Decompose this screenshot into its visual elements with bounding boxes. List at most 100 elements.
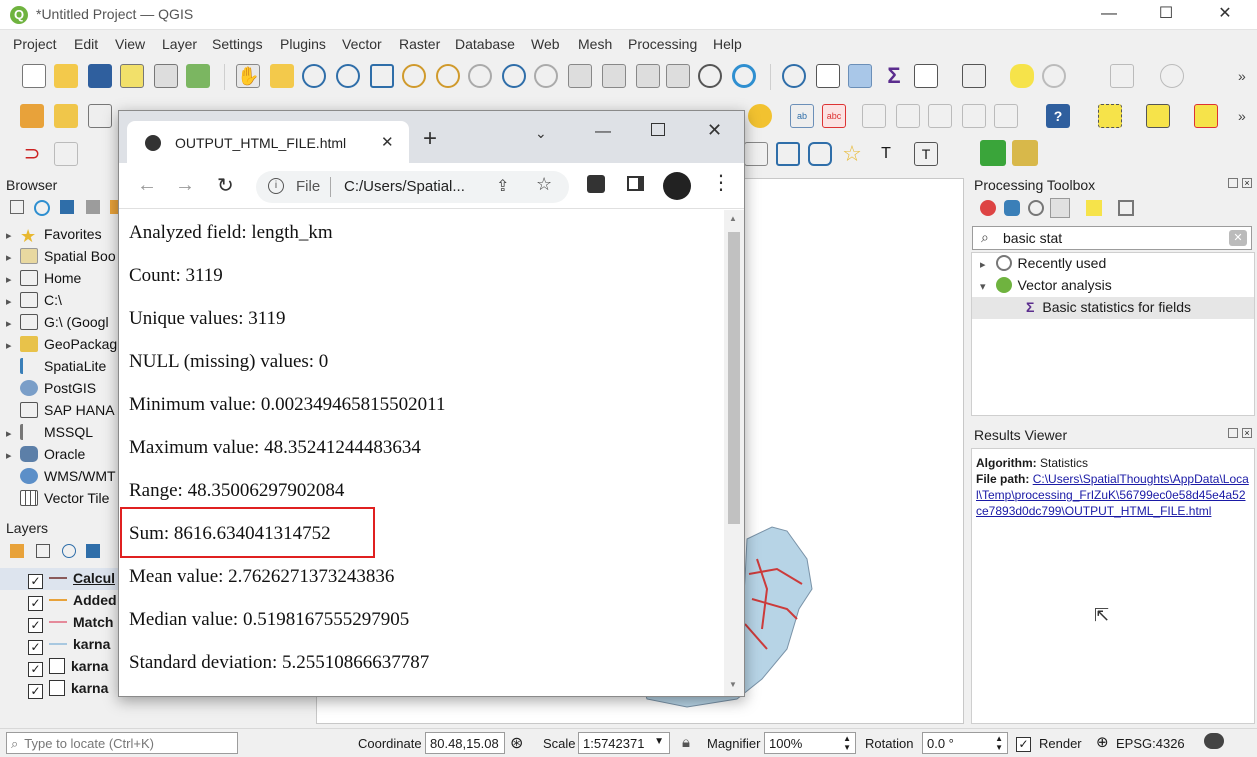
- zoom-selection-icon[interactable]: [402, 64, 426, 88]
- layer-visibility-checkbox[interactable]: ✓: [28, 662, 43, 677]
- page-scrollbar[interactable]: ▲ ▼: [724, 210, 744, 696]
- zoom-next-icon[interactable]: [534, 64, 558, 88]
- manage-map-themes-icon[interactable]: [62, 544, 76, 558]
- crs-globe-icon[interactable]: ⊕: [1096, 733, 1109, 751]
- processing-search-input[interactable]: ⌕ basic stat ✕: [972, 226, 1252, 250]
- tree-item-vector-analysis[interactable]: ▾ Vector analysis: [980, 277, 1112, 293]
- chrome-close-button[interactable]: ✕: [707, 120, 722, 141]
- map-search-icon[interactable]: [980, 140, 1006, 166]
- browser-item-sap-hana[interactable]: SAP HANA: [6, 402, 115, 424]
- new-map-view-icon[interactable]: [568, 64, 592, 88]
- menu-raster[interactable]: Raster: [399, 36, 440, 52]
- close-button[interactable]: ✕: [1205, 2, 1245, 26]
- new-project-icon[interactable]: [22, 64, 46, 88]
- browser-item-home[interactable]: ▸ Home: [6, 270, 81, 292]
- attribute-table-icon[interactable]: [816, 64, 840, 88]
- minimize-button[interactable]: —: [1089, 2, 1129, 26]
- clear-search-icon[interactable]: ✕: [1229, 230, 1247, 246]
- tree-item-recently-used[interactable]: ▸ Recently used: [980, 255, 1106, 271]
- processing-toolbox-gear-icon[interactable]: [848, 64, 872, 88]
- scale-combobox[interactable]: 1:5742371 ▼: [578, 732, 670, 754]
- select-by-value-icon[interactable]: [1146, 104, 1170, 128]
- help-icon[interactable]: ?: [1046, 104, 1070, 128]
- pan-hand-icon[interactable]: ✋: [236, 64, 260, 88]
- save-project-icon[interactable]: [88, 64, 112, 88]
- zoom-in-icon[interactable]: [302, 64, 326, 88]
- layer-item-added[interactable]: ✓ Added: [28, 592, 117, 614]
- data-source-manager-icon[interactable]: [20, 104, 44, 128]
- zoom-native-icon[interactable]: [468, 64, 492, 88]
- render-checkbox[interactable]: ✓: [1016, 734, 1031, 752]
- layer-visibility-checkbox[interactable]: ✓: [28, 640, 43, 655]
- chrome-minimize-button[interactable]: —: [595, 123, 611, 141]
- open-layer-styling-icon[interactable]: [10, 544, 24, 558]
- menu-view[interactable]: View: [115, 36, 145, 52]
- open-field-calculator-icon[interactable]: [914, 64, 938, 88]
- layer-visibility-checkbox[interactable]: ✓: [28, 596, 43, 611]
- browser-item-vector-tiles[interactable]: Vector Tile: [6, 490, 109, 512]
- toolbar-overflow-chevron-icon[interactable]: »: [1238, 108, 1246, 124]
- magnifier-spinbox[interactable]: 100% ▲ ▼: [764, 732, 856, 754]
- layer-item-karnataka-roads[interactable]: ✓ karna: [28, 636, 110, 658]
- menu-mesh[interactable]: Mesh: [578, 36, 612, 52]
- menu-settings[interactable]: Settings: [212, 36, 263, 52]
- layer-visibility-checkbox[interactable]: ✓: [28, 574, 43, 589]
- layer-visibility-checkbox[interactable]: ✓: [28, 684, 43, 699]
- label-toolbar-icon[interactable]: abc: [822, 104, 846, 128]
- add-text-annotation-icon[interactable]: T: [874, 142, 898, 166]
- profile-avatar[interactable]: [663, 172, 691, 200]
- share-icon[interactable]: ⇪: [496, 176, 509, 196]
- close-tab-icon[interactable]: ✕: [381, 133, 394, 151]
- zoom-out-icon[interactable]: [336, 64, 360, 88]
- identify-features-icon[interactable]: [782, 64, 806, 88]
- menu-help[interactable]: Help: [713, 36, 742, 52]
- bookmark-star-icon[interactable]: ☆: [536, 174, 552, 195]
- digitize-disabled-icon[interactable]: [54, 142, 78, 166]
- pan-to-selection-icon[interactable]: [270, 64, 294, 88]
- layout-manager-icon[interactable]: [154, 64, 178, 88]
- toggle-extents-mouse-icon[interactable]: ⊛: [510, 733, 523, 753]
- measure-line-icon[interactable]: [962, 64, 986, 88]
- python-scripts-icon[interactable]: [1004, 200, 1020, 216]
- layer-visibility-checkbox[interactable]: ✓: [28, 618, 43, 633]
- scrollbar-thumb[interactable]: [728, 232, 740, 524]
- messages-icon[interactable]: [1204, 733, 1224, 749]
- magnet-snapping-icon[interactable]: ⊃: [20, 142, 44, 166]
- browser-item-mssql[interactable]: ▸ MSSQL: [6, 424, 93, 446]
- layer-item-karnataka-polygon-2[interactable]: ✓ karna: [28, 680, 108, 702]
- collapse-all-icon[interactable]: [86, 200, 100, 214]
- tree-item-basic-statistics[interactable]: Σ Basic statistics for fields: [1026, 299, 1191, 315]
- filter-browser-icon[interactable]: [60, 200, 74, 214]
- close-panel-icon[interactable]: ×: [1242, 428, 1252, 438]
- scroll-down-arrow-icon[interactable]: ▼: [729, 680, 737, 689]
- vertex-tool-icon[interactable]: [744, 142, 768, 166]
- chrome-tab[interactable]: OUTPUT_HTML_FILE.html ✕: [127, 121, 409, 163]
- temporal-controller-icon[interactable]: [698, 64, 722, 88]
- refresh-icon[interactable]: [732, 64, 756, 88]
- menu-processing[interactable]: Processing: [628, 36, 697, 52]
- new-annotation-icon[interactable]: [1110, 64, 1134, 88]
- menu-layer[interactable]: Layer: [162, 36, 197, 52]
- tab-search-chevron-icon[interactable]: ⌄: [535, 125, 547, 142]
- add-circular-string-icon[interactable]: [808, 142, 832, 166]
- pin-label-icon[interactable]: [862, 104, 886, 128]
- results-viewer-icon[interactable]: [1050, 198, 1070, 218]
- add-vector-tile-icon[interactable]: [748, 104, 772, 128]
- info-icon[interactable]: i: [268, 178, 284, 194]
- map-tips-icon[interactable]: [1010, 64, 1034, 88]
- add-group-icon[interactable]: [36, 544, 50, 558]
- browser-item-geopackage[interactable]: ▸ GeoPackag: [6, 336, 117, 358]
- new-3d-map-view-icon[interactable]: [602, 64, 626, 88]
- menu-database[interactable]: Database: [455, 36, 515, 52]
- style-manager-icon[interactable]: [186, 64, 210, 88]
- browser-item-spatial-bookmarks[interactable]: ▸ Spatial Boo: [6, 248, 116, 270]
- new-shapefile-layer-icon[interactable]: [88, 104, 112, 128]
- browser-item-c-drive[interactable]: ▸ C:\: [6, 292, 62, 314]
- scroll-up-arrow-icon[interactable]: ▲: [729, 214, 737, 223]
- add-selected-layers-icon[interactable]: [10, 200, 24, 214]
- menu-edit[interactable]: Edit: [74, 36, 98, 52]
- float-panel-icon[interactable]: [1228, 428, 1238, 438]
- zoom-layer-icon[interactable]: [436, 64, 460, 88]
- browser-item-oracle[interactable]: ▸ Oracle: [6, 446, 85, 468]
- georef-icon[interactable]: [1160, 64, 1184, 88]
